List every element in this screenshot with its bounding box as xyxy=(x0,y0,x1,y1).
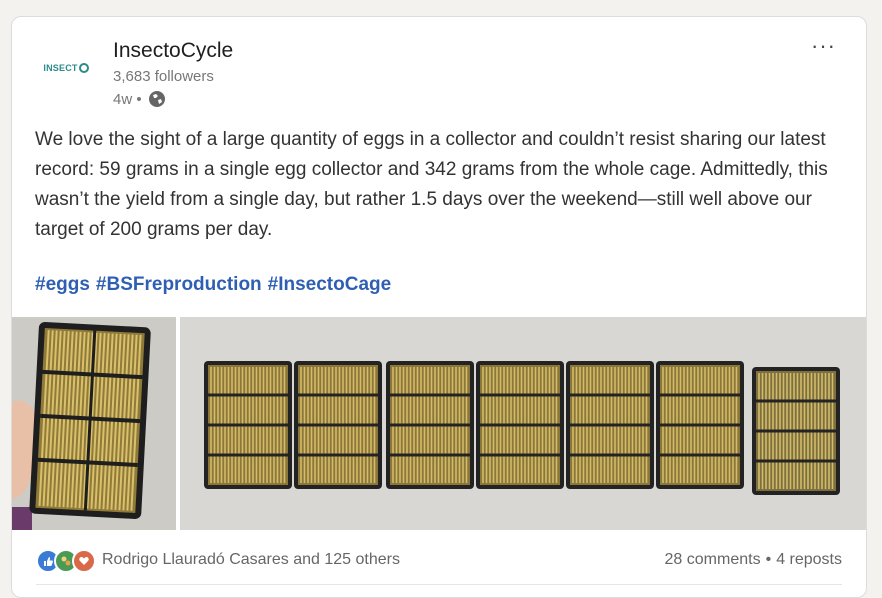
time-label: 4w • xyxy=(113,90,142,108)
reposts-count[interactable]: 4 reposts xyxy=(776,551,842,569)
more-options-button[interactable]: ··· xyxy=(811,33,836,59)
post-body-text: We love the sight of a large quantity of… xyxy=(35,129,828,240)
post-card: INSECT InsectoCycle 3,683 followers 4w •… xyxy=(11,16,867,598)
divider xyxy=(36,584,842,585)
post-time: 4w • xyxy=(113,90,166,108)
egg-collectors-row-photo xyxy=(180,317,866,530)
company-logo[interactable]: INSECT xyxy=(40,53,92,83)
love-icon xyxy=(72,549,96,573)
engagement-counts: 28 comments • 4 reposts xyxy=(665,551,842,569)
comments-count[interactable]: 28 comments xyxy=(665,551,761,569)
reaction-icons[interactable] xyxy=(36,549,96,573)
egg-collector-hand-photo xyxy=(12,317,176,530)
company-name[interactable]: InsectoCycle xyxy=(113,39,233,63)
logo-text: INSECT xyxy=(43,63,78,73)
follower-count: 3,683 followers xyxy=(113,68,214,85)
hashtag-list: #eggs #BSFreproduction #InsectoCage xyxy=(35,274,391,296)
count-separator: • xyxy=(765,551,772,568)
reactors-summary[interactable]: Rodrigo Llauradó Casares and 125 others xyxy=(102,551,400,569)
hashtag-link[interactable]: #InsectoCage xyxy=(268,274,392,296)
logo-ring-icon xyxy=(78,63,89,73)
post-image-hand-collector[interactable] xyxy=(12,317,176,530)
social-counts-bar: Rodrigo Llauradó Casares and 125 others … xyxy=(12,544,866,574)
post-header: INSECT InsectoCycle 3,683 followers 4w •… xyxy=(12,17,866,127)
hashtag-link[interactable]: #eggs xyxy=(35,274,90,296)
hashtag-link[interactable]: #BSFreproduction xyxy=(96,274,262,296)
globe-icon xyxy=(148,91,165,107)
post-image-collectors-row[interactable] xyxy=(180,317,866,530)
